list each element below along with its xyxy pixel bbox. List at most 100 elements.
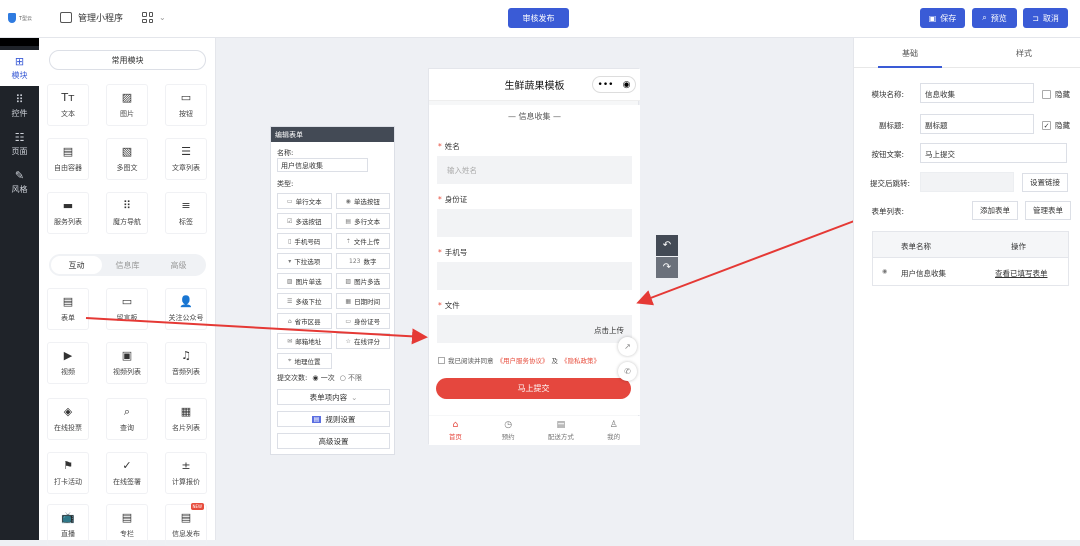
type-image-multi[interactable]: ▨ 图片多选: [335, 273, 390, 289]
subtitle-input[interactable]: 副标题: [920, 114, 1034, 134]
module-category-tabs: 互动 信息库 高级: [49, 254, 206, 276]
tab-info-library[interactable]: 信息库: [102, 256, 153, 274]
type-number[interactable]: 123 数字: [335, 253, 390, 269]
id-card-input[interactable]: [437, 209, 632, 237]
grid-icon: ⠿: [15, 92, 24, 106]
phone-float-button[interactable]: ✆: [618, 362, 637, 381]
module-service-list[interactable]: ▬ 服务列表: [47, 192, 89, 234]
form-name-input[interactable]: 用户信息收集: [277, 158, 368, 172]
advanced-settings-button[interactable]: 高级设置: [277, 433, 390, 449]
type-phone[interactable]: ▯ 手机号码: [277, 233, 332, 249]
type-image-radio[interactable]: ▨ 图片单选: [277, 273, 332, 289]
type-email[interactable]: ✉ 邮箱地址: [277, 333, 332, 349]
section-title-text: 信息收集: [518, 112, 551, 121]
module-image[interactable]: ▨ 图片: [106, 84, 148, 126]
type-dropdown[interactable]: ▾ 下拉选项: [277, 253, 332, 269]
sidebar-item-label: 控件: [11, 108, 28, 118]
plus-square-icon: ⊞: [14, 54, 25, 68]
tab-advanced[interactable]: 高级: [153, 256, 204, 274]
sidebar-item-style[interactable]: ✎ 风格: [0, 164, 39, 200]
hide-title-checkbox[interactable]: 隐藏: [1042, 89, 1070, 100]
field-label-name: * 姓名: [438, 142, 460, 151]
tab-interactive[interactable]: 互动: [51, 256, 102, 274]
module-button[interactable]: ▭ 按钮: [165, 84, 207, 126]
tab-mine[interactable]: ♙ 我的: [587, 416, 640, 445]
type-rating[interactable]: ☆ 在线评分: [335, 333, 390, 349]
privacy-link[interactable]: 《隐私政策》: [561, 355, 600, 365]
manage-miniprogram-button[interactable]: 管理小程序: [60, 11, 123, 24]
type-label-text: 邮箱地址: [295, 338, 322, 346]
module-form[interactable]: ▤ 表单: [47, 288, 89, 330]
type-datetime[interactable]: ▦ 日期时间: [335, 293, 390, 309]
tab-style[interactable]: 样式: [1016, 48, 1032, 59]
module-audio-list[interactable]: ♫ 音频列表: [165, 342, 207, 384]
module-video-list[interactable]: ▣ 视频列表: [106, 342, 148, 384]
module-label: 直播: [61, 529, 75, 538]
app-switcher[interactable]: ⌄: [142, 12, 166, 23]
view-submissions-link[interactable]: 查看已填写表单: [995, 268, 1048, 279]
module-checkin[interactable]: ⚑ 打卡活动: [47, 452, 89, 494]
radio-unlimited[interactable]: ○ 不限: [340, 373, 362, 383]
module-card-list[interactable]: ▦ 名片列表: [165, 398, 207, 440]
cancel-button[interactable]: ⊐ 取消: [1023, 8, 1068, 28]
module-video[interactable]: ▶ 视频: [47, 342, 89, 384]
tab-delivery[interactable]: ▤ 配送方式: [535, 416, 588, 445]
preview-button[interactable]: ⌕ 预览: [972, 8, 1017, 28]
form-content-select[interactable]: 表单项内容 ⌄: [277, 389, 390, 405]
module-online-vote[interactable]: ◈ 在线投票: [47, 398, 89, 440]
module-calc-quote[interactable]: ± 计算报价: [165, 452, 207, 494]
type-radio[interactable]: ◉ 单选按钮: [335, 193, 390, 209]
review-publish-button[interactable]: 审核发布: [508, 8, 569, 28]
module-cube-nav[interactable]: ⠿ 魔方导航: [106, 192, 148, 234]
type-multi-line-text[interactable]: ▤ 多行文本: [335, 213, 390, 229]
phone-input[interactable]: [437, 262, 632, 290]
rules-settings-button[interactable]: ▤ 规则设置: [277, 411, 390, 427]
sidebar-item-pages[interactable]: ☷ 页面: [0, 126, 39, 162]
terms-link[interactable]: 《用户服务协议》: [497, 355, 549, 365]
location-icon: ⌖: [288, 357, 292, 364]
undo-button[interactable]: ↶: [656, 235, 678, 256]
user-icon: ♙: [609, 420, 618, 430]
add-form-button[interactable]: 添加表单: [972, 201, 1018, 220]
type-region[interactable]: ⌂ 省市区县: [277, 313, 332, 329]
module-tag[interactable]: ≡ 标签: [165, 192, 207, 234]
module-label: 服务列表: [54, 217, 82, 226]
type-checkbox[interactable]: ☑ 多选按钮: [277, 213, 332, 229]
form-module[interactable]: — 信息收集 — * 姓名 输入姓名 * 身份证 * 手机号 * 文件 点击上传 我已阅…: [429, 105, 640, 415]
redirect-input[interactable]: [920, 172, 1014, 192]
row-radio[interactable]: ◉: [882, 268, 887, 275]
redo-button[interactable]: ↷: [656, 257, 678, 278]
module-text[interactable]: Tт 文本: [47, 84, 89, 126]
hide-subtitle-checkbox[interactable]: ✓ 隐藏: [1042, 120, 1070, 131]
file-upload-box[interactable]: 点击上传: [437, 315, 632, 343]
sidebar-item-modules[interactable]: ⊞ 模块: [0, 50, 39, 86]
module-article-list[interactable]: ☰ 文章列表: [165, 138, 207, 180]
tab-booking[interactable]: ◷ 预约: [482, 416, 535, 445]
manage-form-button[interactable]: 管理表单: [1025, 201, 1071, 220]
radio-once[interactable]: ◉ 一次: [312, 373, 334, 383]
module-follow-account[interactable]: 👤 关注公众号: [165, 288, 207, 330]
module-name-input[interactable]: 信息收集: [920, 83, 1034, 103]
agree-checkbox[interactable]: [438, 356, 445, 364]
tab-home[interactable]: ⌂ 首页: [429, 416, 482, 445]
set-link-button[interactable]: 设置链接: [1022, 173, 1068, 192]
type-file-upload[interactable]: ⇡ 文件上传: [335, 233, 390, 249]
module-free-container[interactable]: ▤ 自由容器: [47, 138, 89, 180]
button-text-input[interactable]: 马上提交: [920, 143, 1067, 163]
type-location[interactable]: ⌖ 地理位置: [277, 353, 332, 369]
module-multi-image-text[interactable]: ▧ 多图文: [106, 138, 148, 180]
submit-button[interactable]: 马上提交: [436, 378, 631, 399]
type-single-line-text[interactable]: ▭ 单行文本: [277, 193, 332, 209]
name-input[interactable]: 输入姓名: [437, 156, 632, 184]
tab-basic[interactable]: 基础: [902, 48, 918, 59]
module-online-sign[interactable]: ✓ 在线签署: [106, 452, 148, 494]
save-button[interactable]: ▣ 保存: [920, 8, 965, 28]
module-message-board[interactable]: ▭ 留言板: [106, 288, 148, 330]
search-icon: ⌕: [982, 13, 987, 22]
module-query[interactable]: ⌕ 查询: [106, 398, 148, 440]
share-float-button[interactable]: ↗: [618, 337, 637, 356]
type-id-card[interactable]: ▭ 身份证号: [335, 313, 390, 329]
sidebar-item-controls[interactable]: ⠿ 控件: [0, 88, 39, 124]
type-cascade[interactable]: ☰ 多级下拉: [277, 293, 332, 309]
miniprogram-capsule[interactable]: ••• ◉: [592, 76, 636, 93]
